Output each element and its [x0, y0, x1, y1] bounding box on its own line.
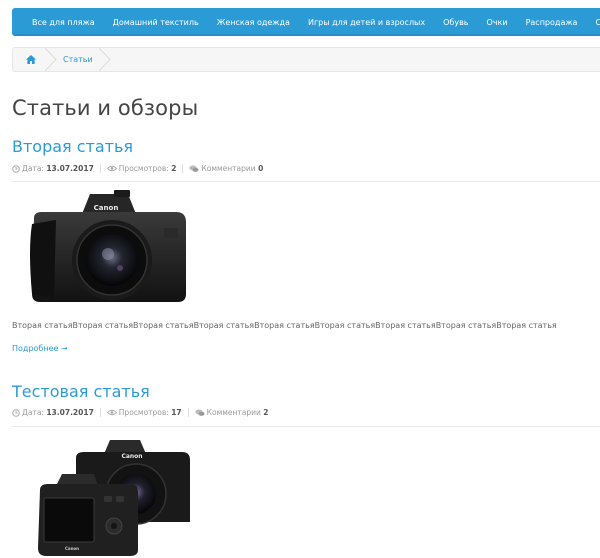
breadcrumb-home-link[interactable]: [13, 48, 49, 71]
article-image[interactable]: Canon Canon: [32, 438, 192, 558]
brand-logo: Canon: [65, 546, 79, 551]
breadcrumb: Статьи: [12, 47, 600, 72]
views-label: Просмотров:: [118, 408, 169, 417]
nav-item-bags[interactable]: Сумки и Рю: [586, 18, 600, 27]
views-value: 2: [171, 164, 177, 173]
nav-item-glasses[interactable]: Очки: [478, 18, 517, 27]
date-label: Дата:: [22, 164, 44, 173]
article-image[interactable]: Canon: [28, 190, 190, 308]
brand-logo: Canon: [121, 453, 142, 460]
article-meta: Дата: 13.07.2017 Просмотров: 2 Комментар…: [12, 164, 263, 173]
nav-item-games[interactable]: Игры для детей и взрослых: [299, 18, 434, 27]
nav-item-women-clothing[interactable]: Женская одежда: [208, 18, 299, 27]
article-excerpt: Вторая статьяВторая статьяВторая статьяВ…: [12, 321, 557, 330]
article-title[interactable]: Вторая статья: [12, 137, 133, 156]
comments-icon: [195, 409, 205, 417]
clock-icon: [12, 164, 20, 173]
comments-value: 2: [263, 408, 269, 417]
date-label: Дата:: [22, 408, 44, 417]
read-more-link[interactable]: Подробнее →: [12, 344, 68, 353]
nav-item-beach[interactable]: Все для пляжа: [12, 18, 104, 27]
comments-value: 0: [258, 164, 264, 173]
article-meta: Дата: 13.07.2017 Просмотров: 17 Коммента…: [12, 408, 269, 417]
views-label: Просмотров:: [118, 164, 169, 173]
nav-item-sale[interactable]: Распродажа: [517, 18, 587, 27]
home-icon: [26, 55, 36, 64]
brand-logo: Canon: [94, 204, 119, 212]
breadcrumb-articles[interactable]: Статьи: [63, 48, 93, 71]
comments-label: Комментарии: [206, 408, 261, 417]
nav-item-shoes[interactable]: Обувь: [434, 18, 477, 27]
nav-item-home-textile[interactable]: Домашний текстиль: [104, 18, 208, 27]
views-value: 17: [171, 408, 182, 417]
category-navbar: Все для пляжа Домашний текстиль Женская …: [12, 8, 600, 36]
date-value: 13.07.2017: [46, 408, 94, 417]
eye-icon: [106, 409, 117, 416]
page-title: Статьи и обзоры: [12, 96, 199, 120]
comments-icon: [189, 165, 199, 173]
eye-icon: [106, 165, 117, 172]
comments-label: Комментарии: [201, 164, 256, 173]
clock-icon: [12, 408, 20, 417]
article-title[interactable]: Тестовая статья: [12, 382, 150, 401]
breadcrumb-separator-icon: [99, 48, 111, 71]
breadcrumb-separator-icon: [45, 48, 57, 71]
date-value: 13.07.2017: [46, 164, 94, 173]
